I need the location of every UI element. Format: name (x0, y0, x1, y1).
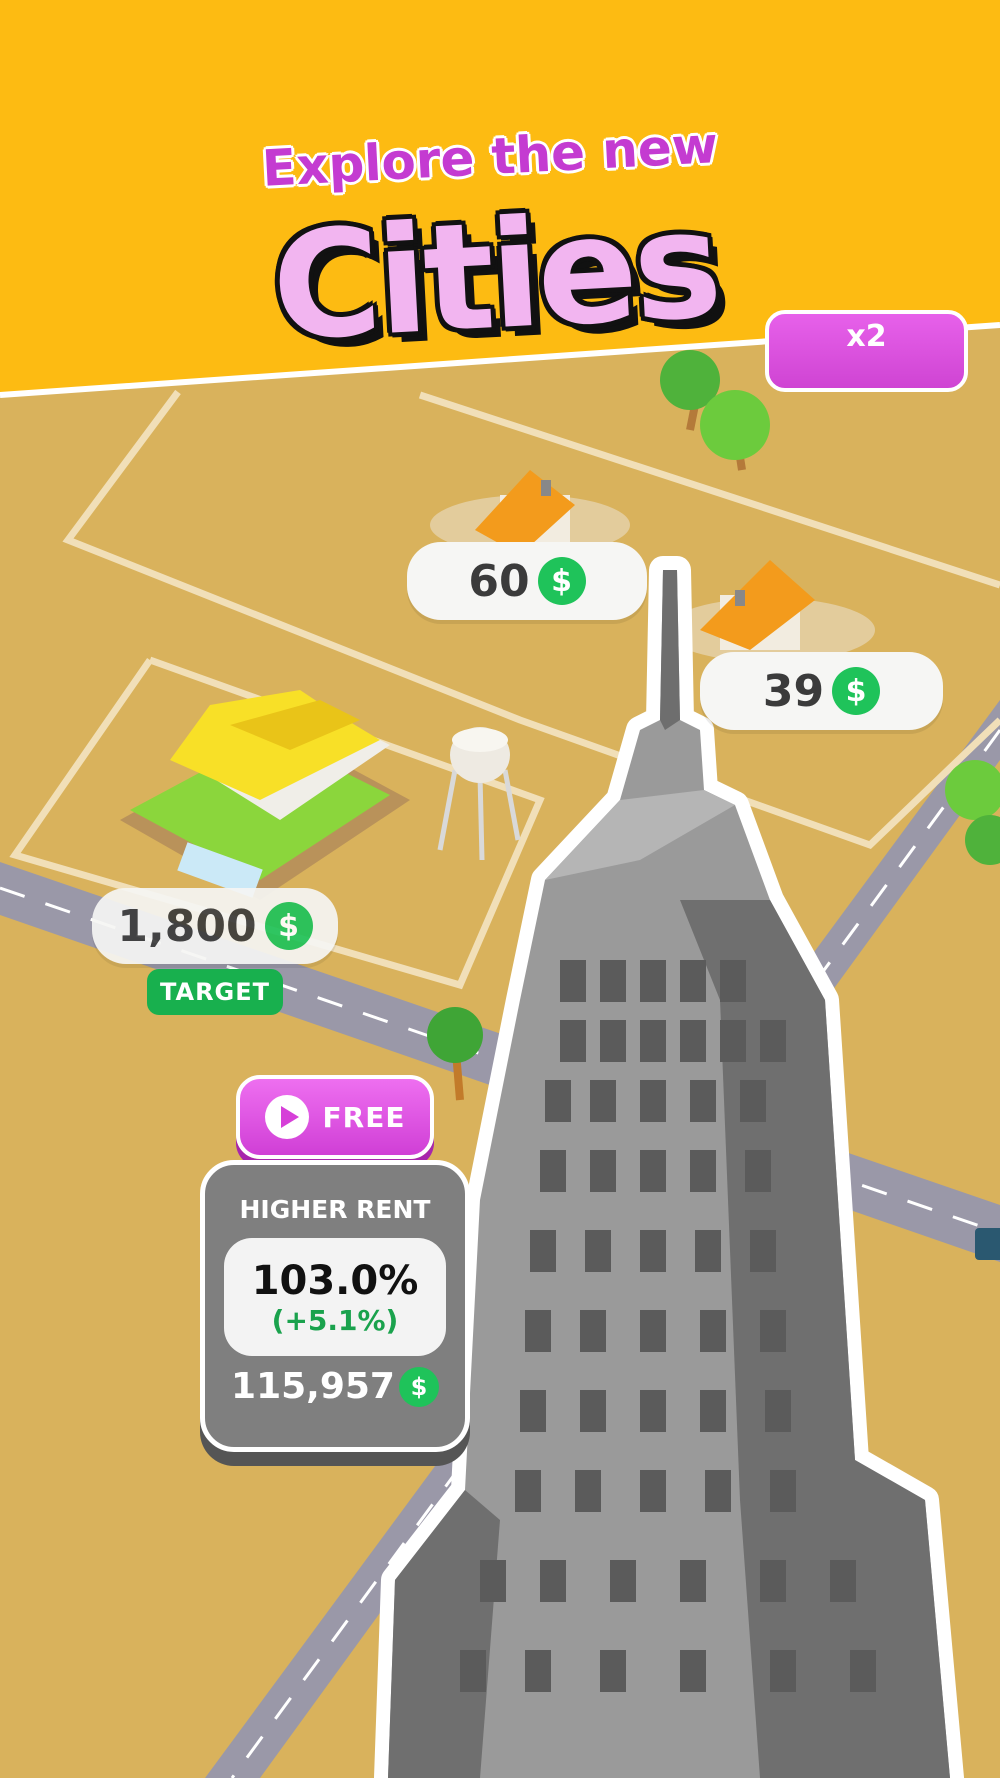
window (760, 1560, 786, 1602)
window (640, 1020, 666, 1062)
window (680, 1650, 706, 1692)
window (690, 1150, 716, 1192)
window (770, 1470, 796, 1512)
window (740, 1080, 766, 1122)
dollar-coin-icon: $ (537, 557, 586, 605)
window (540, 1560, 566, 1602)
window (700, 1310, 726, 1352)
window (590, 1080, 616, 1122)
headline-title: Cities (268, 178, 722, 374)
window (580, 1390, 606, 1432)
window (770, 1650, 796, 1692)
window (745, 1150, 771, 1192)
window (640, 1080, 666, 1122)
window (575, 1470, 601, 1512)
window (560, 960, 586, 1002)
multiplier-button[interactable]: x2 (765, 310, 968, 392)
upgrade-cost-value: 115,957 (231, 1366, 395, 1407)
window (610, 1560, 636, 1602)
dollar-coin-icon: $ (264, 902, 313, 950)
window (525, 1650, 551, 1692)
target-badge: TARGET (147, 969, 283, 1015)
window (540, 1150, 566, 1192)
window (525, 1310, 551, 1352)
window (515, 1470, 541, 1512)
window (680, 960, 706, 1002)
window (830, 1560, 856, 1602)
window (850, 1650, 876, 1692)
window (640, 1230, 666, 1272)
plot-price: 1,800 (117, 900, 257, 952)
window (700, 1390, 726, 1432)
window (560, 1020, 586, 1062)
dollar-coin-icon: $ (398, 1366, 439, 1407)
window (680, 1020, 706, 1062)
free-button-label: FREE (322, 1100, 406, 1134)
dollar-coin-icon: $ (832, 667, 881, 715)
window (580, 1310, 606, 1352)
car (975, 1228, 1000, 1260)
window (765, 1390, 791, 1432)
window (520, 1390, 546, 1432)
plot-price-pill[interactable]: 1,800 $ (92, 888, 338, 964)
window (640, 960, 666, 1002)
window (585, 1230, 611, 1272)
window (705, 1470, 731, 1512)
window (750, 1230, 776, 1272)
plot-price-pill[interactable]: 60 $ (407, 542, 647, 620)
window (680, 1560, 706, 1602)
upgrade-percent: 103.0% (251, 1257, 419, 1304)
free-ad-button[interactable]: FREE (236, 1075, 434, 1159)
window (640, 1470, 666, 1512)
window (460, 1650, 486, 1692)
window (530, 1230, 556, 1272)
plot-price-pill[interactable]: 39 $ (700, 652, 943, 730)
upgrade-title: HIGHER RENT (239, 1195, 431, 1224)
window (695, 1230, 721, 1272)
higher-rent-card[interactable]: HIGHER RENT 103.0% (+5.1%) 115,957 $ (200, 1160, 470, 1452)
window (760, 1310, 786, 1352)
multiplier-label: x2 (846, 318, 887, 354)
window (600, 1650, 626, 1692)
plot-price: 60 (468, 555, 530, 607)
window (600, 1020, 626, 1062)
play-icon (264, 1095, 309, 1139)
window (640, 1310, 666, 1352)
window (590, 1150, 616, 1192)
window (480, 1560, 506, 1602)
plot-price: 39 (762, 665, 825, 717)
upgrade-cost: 115,957 $ (231, 1366, 439, 1407)
upgrade-stats: 103.0% (+5.1%) (224, 1238, 446, 1356)
window (720, 1020, 746, 1062)
window (600, 960, 626, 1002)
window (640, 1390, 666, 1432)
window (760, 1020, 786, 1062)
window (640, 1150, 666, 1192)
window (720, 960, 746, 1002)
window (690, 1080, 716, 1122)
upgrade-delta: (+5.1%) (271, 1303, 399, 1337)
window (545, 1080, 571, 1122)
